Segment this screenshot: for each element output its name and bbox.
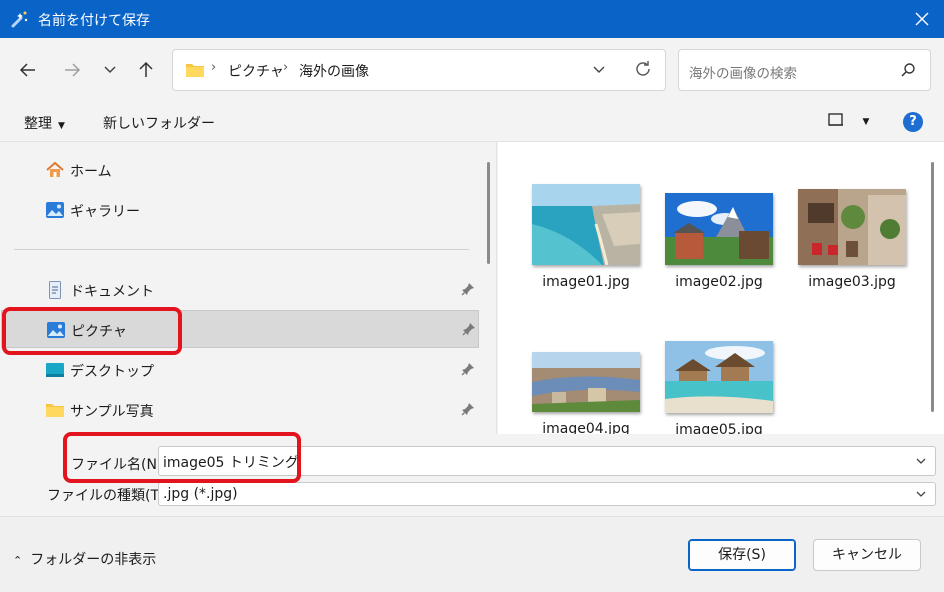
folder-icon	[46, 404, 64, 417]
filename-label: ファイル名(N):	[71, 457, 168, 473]
nav-item-label: サンプル写真	[70, 404, 154, 420]
chevron-down-icon[interactable]	[591, 61, 607, 77]
search-input[interactable]: 海外の画像の検索	[689, 62, 797, 82]
command-bar: 整理 ▼ 新しいフォルダー ▼ ?	[0, 102, 944, 142]
image-thumbnail	[532, 352, 640, 412]
title-bar: 名前を付けて保存	[0, 0, 944, 38]
nav-item-pictures[interactable]: ピクチャ	[1, 310, 479, 348]
hide-folders-toggle[interactable]: ⌃ フォルダーの非表示	[13, 549, 156, 569]
nav-item-home[interactable]: ホーム	[1, 151, 479, 189]
home-icon	[46, 161, 64, 177]
window-title: 名前を付けて保存	[38, 13, 150, 29]
file-view-scrollbar[interactable]	[931, 162, 934, 412]
forward-button[interactable]	[60, 58, 84, 82]
refresh-icon[interactable]	[633, 59, 653, 79]
search-icon	[901, 63, 915, 77]
up-button[interactable]	[134, 58, 158, 82]
pin-icon[interactable]	[461, 362, 475, 376]
image-thumbnail	[532, 184, 640, 265]
filetype-label: ファイルの種類(T):	[47, 488, 170, 504]
breadcrumb-separator: ›	[283, 60, 289, 75]
save-button[interactable]: 保存(S)	[688, 539, 796, 571]
filename-field[interactable]: image05 トリミング	[158, 446, 936, 476]
view-icon	[828, 113, 843, 126]
caret-down-icon: ▼	[58, 121, 65, 131]
chevron-down-icon[interactable]	[915, 455, 927, 467]
document-icon	[49, 281, 61, 299]
save-form: ファイル名(N): image05 トリミング ファイルの種類(T): .jpg…	[0, 434, 944, 516]
new-folder-button[interactable]: 新しいフォルダー	[103, 113, 215, 133]
nav-item-label: ドキュメント	[70, 284, 154, 300]
chevron-down-icon	[916, 491, 926, 497]
pin-icon[interactable]	[462, 322, 476, 336]
image-thumbnail	[665, 341, 773, 413]
file-view: image01.jpg image02.jpg image03.jpg imag…	[498, 142, 944, 434]
chevron-down-icon	[104, 66, 116, 74]
nav-item-label: ピクチャ	[71, 324, 127, 340]
navigation-bar: › ピクチャ › 海外の画像 海外の画像の検索	[0, 38, 944, 102]
dialog-footer: ⌃ フォルダーの非表示 保存(S) キャンセル	[0, 516, 944, 592]
nav-scrollbar[interactable]	[487, 162, 490, 264]
nav-item-label: デスクトップ	[70, 364, 154, 380]
nav-item-label: ギャラリー	[70, 204, 140, 220]
gallery-icon	[46, 202, 64, 218]
filename-input[interactable]: image05 トリミング	[163, 452, 299, 472]
caret-down-icon: ▼	[862, 117, 870, 127]
hide-folders-label: フォルダーの非表示	[30, 552, 157, 568]
nav-item-documents[interactable]: ドキュメント	[1, 271, 479, 309]
view-options-button[interactable]: ▼	[828, 113, 869, 131]
file-name: image03.jpg	[808, 274, 896, 290]
arrow-up-icon	[139, 61, 153, 77]
close-icon	[915, 12, 929, 26]
chevron-up-icon: ⌃	[13, 554, 23, 567]
help-button[interactable]: ?	[903, 112, 923, 132]
filetype-value: .jpg (*.jpg)	[163, 486, 238, 502]
folder-icon	[186, 64, 204, 77]
organize-menu[interactable]: 整理 ▼	[24, 113, 65, 133]
pictures-icon	[47, 322, 65, 338]
organize-label: 整理	[24, 116, 52, 132]
breadcrumb-current-folder[interactable]: 海外の画像	[299, 61, 369, 81]
close-button[interactable]	[900, 0, 944, 38]
address-bar[interactable]: › ピクチャ › 海外の画像	[172, 49, 666, 91]
file-name: image05.jpg	[675, 422, 763, 434]
image-thumbnail	[798, 189, 906, 265]
arrow-right-icon	[65, 63, 81, 77]
file-name: image01.jpg	[542, 274, 630, 290]
breadcrumb-pictures[interactable]: ピクチャ	[228, 61, 284, 81]
file-name: image02.jpg	[675, 274, 763, 290]
paint-app-icon	[11, 11, 28, 28]
pin-icon[interactable]	[461, 282, 475, 296]
arrow-left-icon	[19, 63, 35, 77]
desktop-icon	[46, 363, 64, 377]
back-button[interactable]	[16, 58, 40, 82]
file-name: image04.jpg	[542, 421, 630, 434]
recent-locations-button[interactable]	[98, 58, 122, 82]
nav-item-label: ホーム	[70, 164, 112, 180]
cancel-button[interactable]: キャンセル	[813, 539, 921, 571]
nav-item-sample-pictures[interactable]: サンプル写真	[1, 391, 479, 429]
search-box[interactable]: 海外の画像の検索	[678, 49, 931, 91]
nav-divider	[14, 249, 469, 250]
navigation-pane: ホーム ギャラリー ドキュメント ピクチャ デスクトップ サンプル写真	[0, 142, 497, 434]
nav-item-gallery[interactable]: ギャラリー	[1, 191, 479, 229]
breadcrumb-separator: ›	[211, 60, 217, 75]
filetype-select[interactable]: .jpg (*.jpg)	[158, 482, 936, 506]
pin-icon[interactable]	[461, 402, 475, 416]
image-thumbnail	[665, 193, 773, 265]
nav-item-desktop[interactable]: デスクトップ	[1, 351, 479, 389]
